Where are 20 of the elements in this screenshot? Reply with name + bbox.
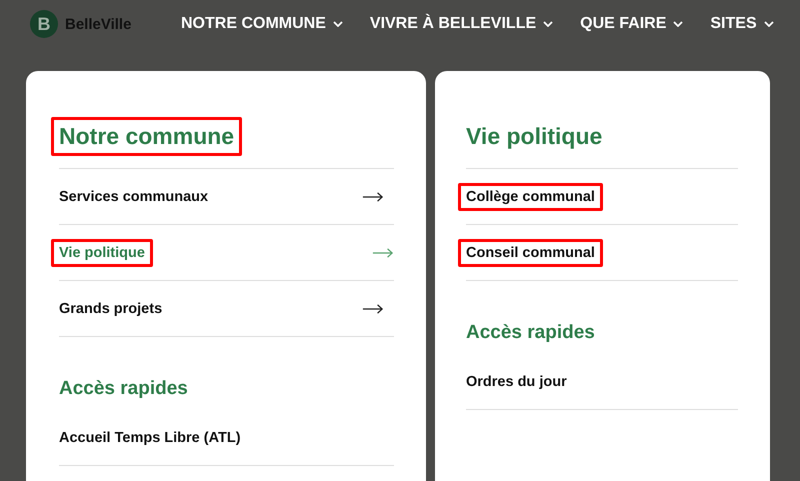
menu-link[interactable]: Collège communal [458, 182, 603, 210]
section-title: Accès rapides [59, 378, 188, 400]
menu-link[interactable]: Grands projets [59, 300, 162, 316]
menu-link[interactable]: Vie politique [51, 238, 153, 266]
menu-link[interactable]: Services communaux [59, 188, 208, 204]
panel-title: Notre commune [51, 116, 242, 156]
nav-link[interactable]: QUE FAIRE [580, 15, 684, 33]
panel-title: Vie politique [466, 122, 602, 150]
logo-mark[interactable]: B [30, 10, 58, 38]
section-title: Accès rapides [466, 322, 595, 344]
quick-link[interactable]: Ordres du jour [466, 374, 567, 390]
nav-link[interactable]: VIVRE À BELLEVILLE [370, 15, 554, 33]
chevron-down-icon [673, 21, 684, 27]
nav-link[interactable]: NOTRE COMMUNE [181, 15, 343, 33]
quick-link[interactable]: Accueil Temps Libre (ATL) [59, 430, 241, 446]
nav-link[interactable]: SITES [710, 15, 774, 33]
chevron-down-icon [543, 21, 554, 27]
menu-link[interactable]: Conseil communal [458, 238, 603, 266]
chevron-down-icon [764, 21, 774, 27]
chevron-down-icon [332, 21, 343, 27]
